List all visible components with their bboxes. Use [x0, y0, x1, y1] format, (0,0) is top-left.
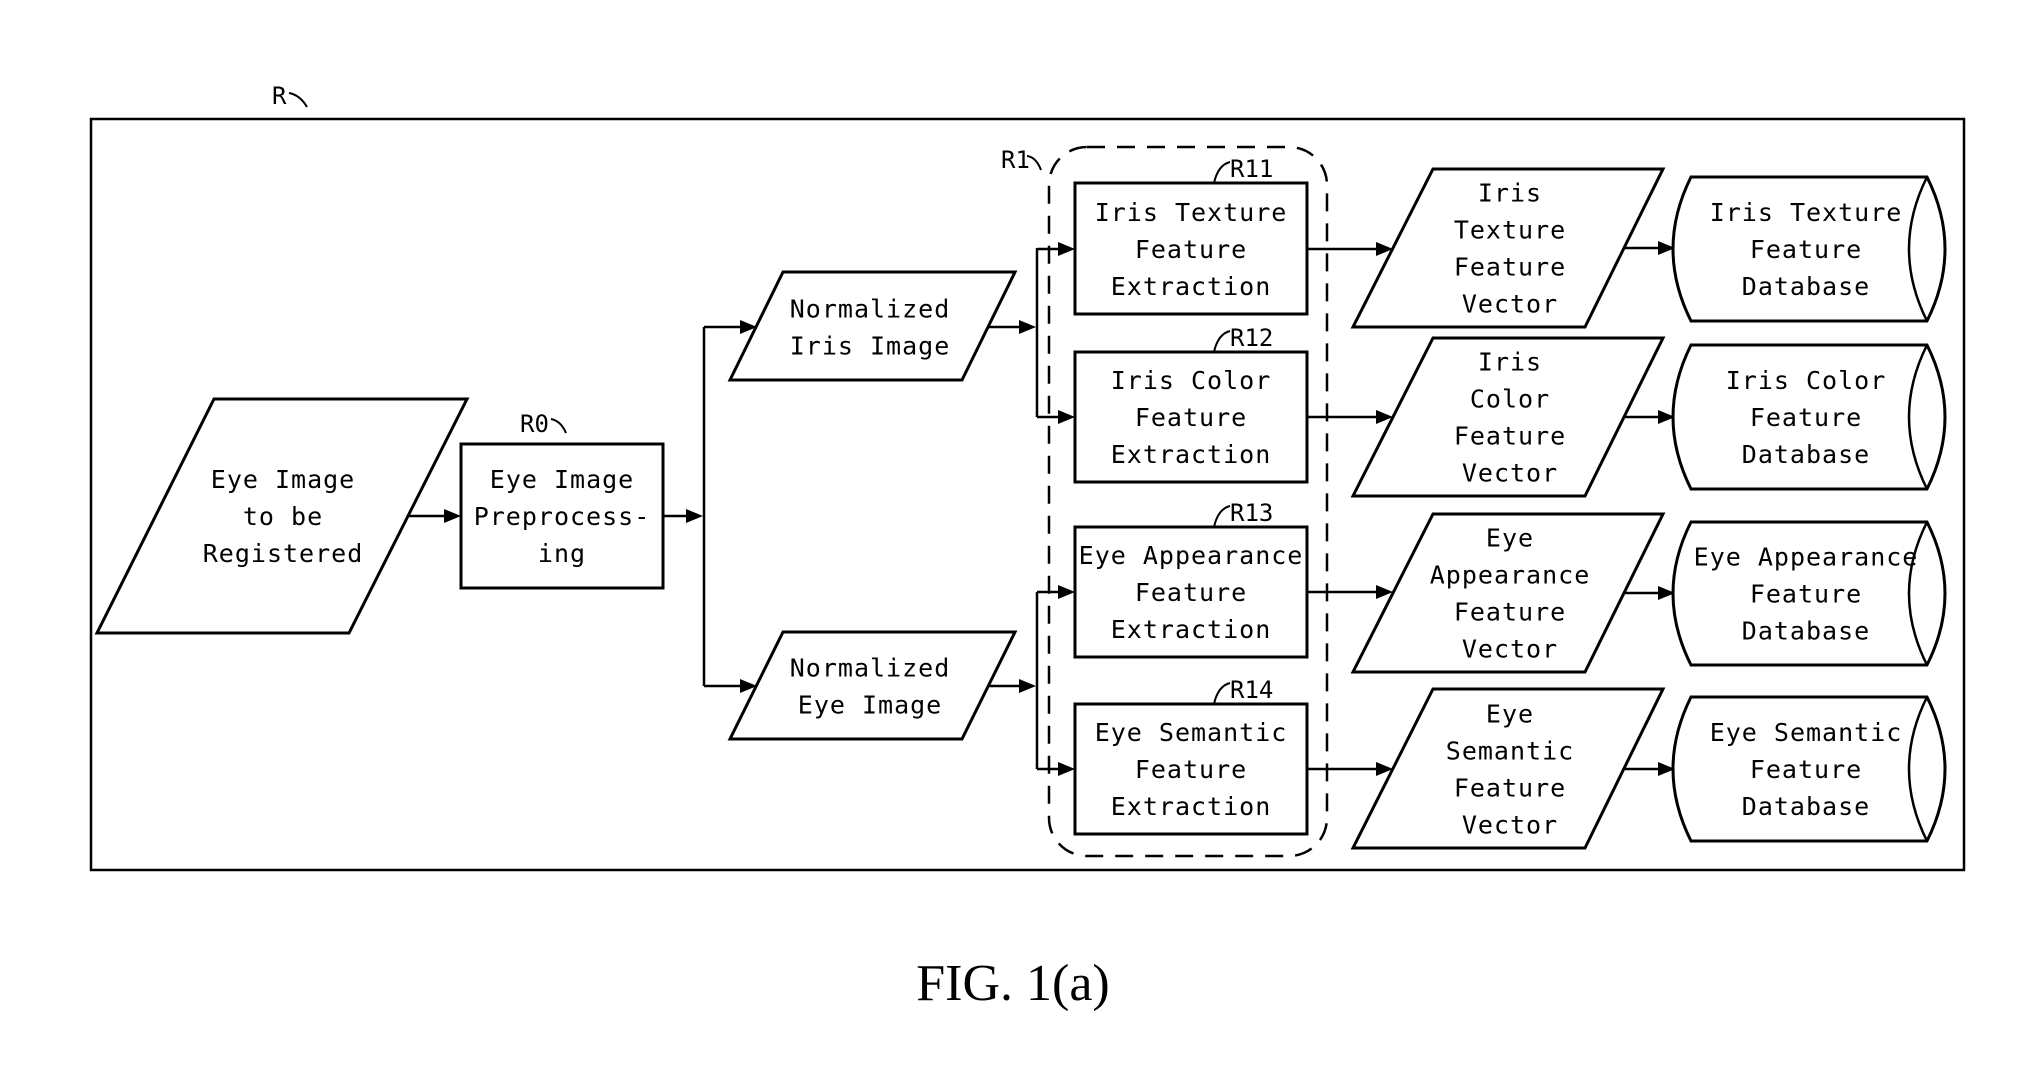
ref-label-r0: R0 — [520, 410, 549, 438]
iris-texture-feature-vector-label-line: Texture — [1454, 216, 1566, 245]
normalized-eye-image-label-line: Normalized — [790, 654, 951, 683]
arrow-from-normalized-iris-image-arrowhead — [1019, 320, 1036, 334]
input-eye-image-label-line: Registered — [203, 539, 364, 568]
iris-color-feature-vector-label-line: Color — [1470, 385, 1550, 414]
iris-texture-feature-database-label-line: Feature — [1750, 235, 1862, 264]
ref-label-r11: R11 — [1230, 155, 1273, 183]
eye-appearance-feature-extraction-label-line: Extraction — [1111, 615, 1272, 644]
eye-appearance-feature-vector-label-line: Vector — [1462, 635, 1558, 664]
eye-semantic-feature-extraction-label-line: Extraction — [1111, 792, 1272, 821]
eye-semantic-feature-database-label-line: Eye Semantic — [1710, 718, 1903, 747]
eye-semantic-feature-vector-label-line: Semantic — [1446, 737, 1574, 766]
ref-label-r12: R12 — [1230, 324, 1273, 352]
arrow-to-eye-appearance-feature-extraction-arrowhead — [1058, 585, 1075, 599]
arrow-to-iris-color-feature-extraction-arrowhead — [1058, 410, 1075, 424]
shapes-layer: Eye Image to be Registered Eye Image Preproc… — [94, 155, 1947, 850]
ref-label-r14: R14 — [1230, 676, 1273, 704]
input-eye-image-label-line: to be — [243, 502, 323, 531]
arrow-to-iris-texture-feature-extraction-arrowhead — [1058, 242, 1075, 256]
ref-label-r: R — [272, 82, 287, 110]
normalized-iris-image-shape — [727, 270, 1018, 382]
eye-semantic-feature-vector-label-line: Eye — [1486, 700, 1534, 729]
figure-caption: FIG. 1(a) — [916, 955, 1110, 1012]
eye-semantic-feature-database-label-line: Database — [1742, 792, 1870, 821]
iris-texture-feature-database-label-line: Iris Texture — [1710, 198, 1903, 227]
iris-texture-feature-vector-label-line: Feature — [1454, 253, 1566, 282]
preprocessing-label-line: ing — [538, 539, 586, 568]
ref-label-r1: R1 — [1001, 146, 1030, 174]
ref-label-r13-leader — [1213, 505, 1231, 528]
ref-label-r12-leader — [1213, 330, 1231, 353]
eye-appearance-feature-database-label-line: Database — [1742, 617, 1870, 646]
iris-texture-feature-extraction-label-line: Extraction — [1111, 272, 1272, 301]
normalized-iris-image-label-line: Normalized — [790, 295, 951, 324]
iris-color-feature-vector-label-line: Feature — [1454, 422, 1566, 451]
normalized-eye-image-shape — [727, 630, 1018, 741]
eye-semantic-feature-database-label-line: Feature — [1750, 755, 1862, 784]
eye-semantic-feature-vector-label-line: Feature — [1454, 774, 1566, 803]
eye-appearance-feature-vector-label-line: Feature — [1454, 598, 1566, 627]
eye-semantic-feature-vector-label-line: Vector — [1462, 811, 1558, 840]
ref-label-r0-leader — [550, 418, 567, 434]
iris-texture-feature-vector-label-line: Iris — [1478, 179, 1542, 208]
arrow-from-normalized-eye-image-arrowhead — [1019, 679, 1036, 693]
ref-label-r14-leader — [1213, 682, 1231, 705]
iris-color-feature-extraction-label-line: Extraction — [1111, 440, 1272, 469]
iris-color-feature-extraction-label-line: Iris Color — [1111, 366, 1272, 395]
iris-color-feature-database-label-line: Feature — [1750, 403, 1862, 432]
iris-registration-flow-diagram: R R1 Eye Image to be Registered Eye Image Pr… — [89, 82, 1966, 1012]
eye-appearance-feature-vector-label-line: Eye — [1486, 524, 1534, 553]
normalized-iris-image-label-line: Iris Image — [790, 332, 951, 361]
preprocessing-label-line: Eye Image — [490, 465, 634, 494]
ref-label-r13: R13 — [1230, 499, 1273, 527]
iris-color-feature-vector-label-line: Iris — [1478, 348, 1542, 377]
eye-semantic-feature-extraction-label-line: Eye Semantic — [1095, 718, 1288, 747]
iris-color-feature-vector-label-line: Vector — [1462, 459, 1558, 488]
arrow-to-eye-semantic-feature-extraction-arrowhead — [1058, 762, 1075, 776]
iris-texture-feature-extraction-label-line: Feature — [1135, 235, 1247, 264]
ref-leader-r — [288, 92, 308, 108]
eye-semantic-feature-extraction-label-line: Feature — [1135, 755, 1247, 784]
iris-color-feature-database-label-line: Iris Color — [1726, 366, 1887, 395]
eye-appearance-feature-extraction-label-line: Eye Appearance — [1079, 541, 1304, 570]
iris-texture-feature-database-label-line: Database — [1742, 272, 1870, 301]
input-eye-image-label-line: Eye Image — [211, 465, 355, 494]
arrow-preprocessing-out-arrowhead — [686, 509, 703, 523]
preprocessing-label-line: Preprocess- — [474, 502, 651, 531]
arrow-input-to-preprocessing-arrowhead — [444, 509, 461, 523]
eye-appearance-feature-extraction-label-line: Feature — [1135, 578, 1247, 607]
iris-texture-feature-vector-label-line: Vector — [1462, 290, 1558, 319]
iris-color-feature-extraction-label-line: Feature — [1135, 403, 1247, 432]
eye-appearance-feature-database-label-line: Feature — [1750, 580, 1862, 609]
ref-label-r11-leader — [1213, 161, 1231, 184]
iris-color-feature-database-label-line: Database — [1742, 440, 1870, 469]
eye-appearance-feature-vector-label-line: Appearance — [1430, 561, 1591, 590]
iris-texture-feature-extraction-label-line: Iris Texture — [1095, 198, 1288, 227]
eye-appearance-feature-database-label-line: Eye Appearance — [1694, 543, 1919, 572]
normalized-eye-image-label-line: Eye Image — [798, 691, 942, 720]
